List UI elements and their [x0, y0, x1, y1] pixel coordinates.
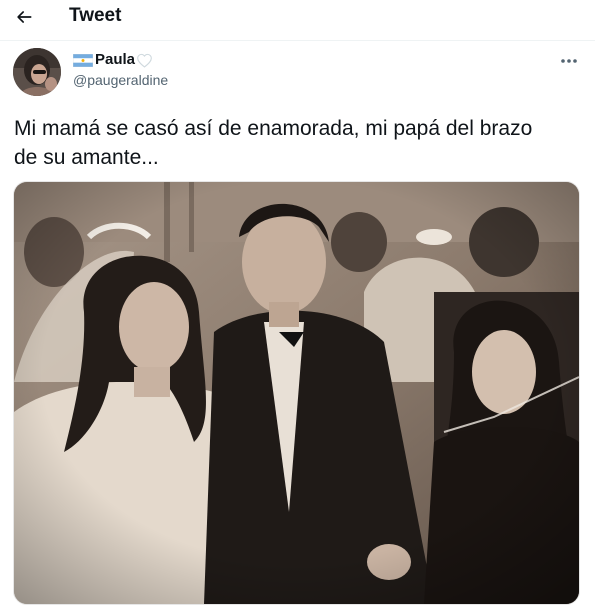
more-horizontal-icon — [561, 59, 577, 63]
user-avatar — [13, 48, 61, 96]
top-bar: Tweet — [0, 0, 595, 41]
back-button[interactable] — [10, 3, 38, 31]
page-title: Tweet — [69, 5, 122, 26]
author-display-name: Paula — [95, 51, 136, 68]
wedding-photo-image — [14, 182, 579, 604]
author-handle[interactable]: @paugeraldine — [73, 72, 168, 89]
arrow-left-icon — [17, 11, 32, 23]
tweet-photo[interactable] — [13, 181, 580, 605]
argentina-flag-icon — [73, 53, 93, 67]
tweet-text: Mi mamá se casó así de enamorada, mi pap… — [14, 117, 533, 169]
more-options-button[interactable] — [556, 52, 582, 70]
author-name-row[interactable]: Paula — [73, 50, 153, 70]
author-avatar[interactable] — [13, 48, 61, 96]
white-heart-icon — [137, 53, 152, 68]
